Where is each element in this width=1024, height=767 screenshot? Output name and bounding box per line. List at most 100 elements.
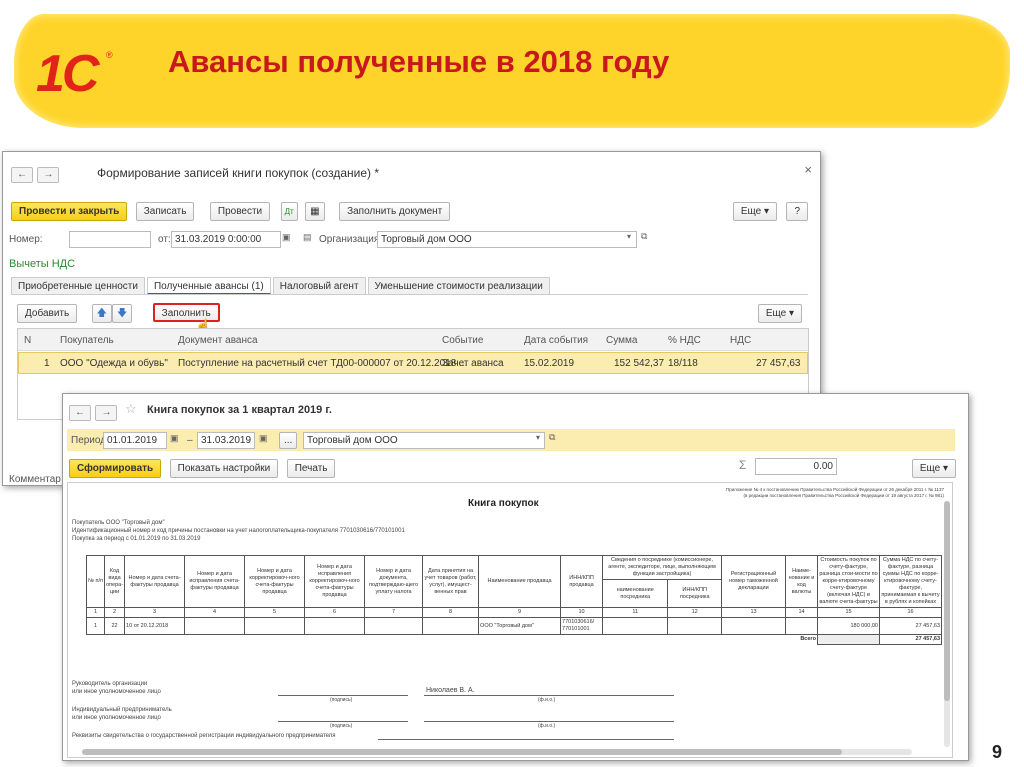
- cell-empty: [602, 617, 669, 635]
- col-n: N: [24, 335, 32, 346]
- forward-arrow-icon[interactable]: →: [95, 405, 118, 421]
- head-label-2: или иное уполномоченное лицо: [72, 689, 161, 695]
- nav-buttons: ← →: [11, 164, 60, 183]
- signature-line: [278, 695, 408, 696]
- period-from-field[interactable]: 01.01.2019: [103, 432, 167, 449]
- row-rate: 18/118: [668, 358, 698, 369]
- horizontal-scrollbar[interactable]: [82, 749, 912, 755]
- col-vat: НДС: [730, 335, 752, 346]
- calendar-icon[interactable]: ▣: [170, 433, 179, 444]
- inn-line: Идентификационный номер и код причины по…: [72, 528, 405, 534]
- name-line: [424, 695, 674, 696]
- col-num: 13: [721, 607, 786, 618]
- move-down-icon[interactable]: 🡇: [111, 304, 133, 323]
- sigma-icon: Σ: [739, 458, 747, 472]
- slide-title: Авансы полученные в 2018 году: [168, 44, 670, 79]
- hdr-7: Номер и дата документа, подтверждаю-щего…: [364, 555, 424, 608]
- head-label-1: Руководитель организации: [72, 681, 148, 687]
- date-label: от:: [158, 234, 171, 245]
- tab-divider: [11, 294, 808, 295]
- organization-field[interactable]: Торговый дом ООО: [303, 432, 545, 449]
- tab-acquired-values[interactable]: Приобретенные ценности: [11, 277, 145, 295]
- ip-name-caption: (ф.и.о.): [538, 723, 556, 729]
- number-field[interactable]: [69, 231, 151, 248]
- tab-bar: Приобретенные ценности Полученные авансы …: [11, 276, 550, 295]
- cell-empty: [364, 617, 424, 635]
- col-num: 10: [560, 607, 604, 618]
- head-name: Николаев В. А.: [426, 687, 475, 694]
- show-settings-button[interactable]: Показать настройки: [169, 459, 279, 478]
- period-dash: –: [187, 435, 193, 446]
- open-link-icon[interactable]: ⧉: [641, 231, 647, 242]
- cell-empty: [817, 634, 880, 645]
- hdr-15: Стоимость покупок по счету-фактуре, разн…: [817, 555, 880, 608]
- ip-name-line: [424, 721, 674, 722]
- hdr-3: Номер и дата счета-фактуры продавца: [124, 555, 186, 608]
- section-title: Вычеты НДС: [9, 258, 76, 270]
- report-title: Книга покупок за 1 квартал 2019 г.: [147, 404, 332, 416]
- report-icon[interactable]: ▦: [305, 202, 325, 221]
- fill-document-button[interactable]: Заполнить документ: [339, 202, 451, 221]
- col-num: 3: [124, 607, 186, 618]
- hdr-6: Номер и дата исправления корректировоч-н…: [304, 555, 366, 608]
- post-and-close-button[interactable]: Провести и закрыть: [11, 202, 128, 221]
- add-button[interactable]: Добавить: [17, 304, 78, 323]
- cell-code: 22: [103, 617, 126, 635]
- back-arrow-icon[interactable]: ←: [69, 405, 91, 421]
- col-vat-rate: % НДС: [668, 335, 701, 346]
- purchase-book-table: № п/п Код вида опера-ции Номер и дата сч…: [86, 555, 942, 645]
- tab-received-advances[interactable]: Полученные авансы (1): [146, 277, 271, 295]
- col-num: 14: [785, 607, 818, 618]
- col-num: 1: [86, 607, 105, 618]
- print-button[interactable]: Печать: [286, 459, 336, 478]
- 1c-logo: 1С: [36, 45, 100, 103]
- move-up-icon[interactable]: 🡅: [91, 304, 112, 323]
- ip-label-2: или иное уполномоченное лицо: [72, 715, 161, 721]
- forward-arrow-icon[interactable]: →: [37, 167, 60, 183]
- cell-empty: [422, 617, 480, 635]
- hdr-9: Наименование продавца: [478, 555, 562, 608]
- cell-vat: 27 457,63: [879, 617, 942, 635]
- col-num: 12: [667, 607, 722, 618]
- period-to-field[interactable]: 31.03.2019: [197, 432, 255, 449]
- org-icon: ▤: [303, 232, 312, 242]
- calendar-icon[interactable]: ▣: [282, 232, 291, 243]
- more-button[interactable]: Еще ▾: [911, 459, 956, 478]
- organization-field[interactable]: Торговый дом ООО: [377, 231, 637, 248]
- registered-mark: ®: [106, 50, 113, 60]
- vertical-scrollbar[interactable]: [944, 501, 950, 747]
- col-num: 2: [103, 607, 126, 618]
- name-caption: (ф.и.о.): [538, 697, 556, 703]
- table-more-button[interactable]: Еще ▾: [757, 304, 802, 323]
- tab-tax-agent[interactable]: Налоговый агент: [272, 277, 366, 295]
- requisites-label: Реквизиты свидетельства о государственно…: [72, 733, 336, 739]
- page-number: 9: [991, 742, 1002, 762]
- favorite-star-icon[interactable]: ☆: [125, 401, 137, 417]
- col-num: 16: [879, 607, 942, 618]
- row-date: 15.02.2019: [524, 358, 575, 369]
- col-num: 5: [244, 607, 306, 618]
- col-num: 15: [817, 607, 880, 618]
- calendar-icon[interactable]: ▣: [259, 433, 268, 444]
- generate-button[interactable]: Сформировать: [69, 459, 162, 478]
- save-button[interactable]: Записать: [135, 202, 195, 221]
- row-document: Поступление на расчетный счет ТД00-00000…: [178, 358, 468, 369]
- dt-kt-icon[interactable]: Дт: [280, 202, 298, 221]
- date-field[interactable]: 31.03.2019 0:00:00: [171, 231, 281, 248]
- help-button[interactable]: ?: [786, 202, 808, 221]
- tab-cost-reduction[interactable]: Уменьшение стоимости реализации: [367, 277, 550, 295]
- more-button[interactable]: Еще ▾: [732, 202, 777, 221]
- close-icon[interactable]: ×: [804, 162, 812, 177]
- purchase-book-report-window: ← → ☆ Книга покупок за 1 квартал 2019 г.…: [62, 393, 969, 761]
- period-select-button[interactable]: ...: [279, 432, 298, 449]
- dropdown-icon[interactable]: ▾: [536, 433, 540, 442]
- open-link-icon[interactable]: ⧉: [549, 432, 555, 443]
- dropdown-icon[interactable]: ▾: [627, 232, 631, 241]
- post-button[interactable]: Провести: [209, 202, 271, 221]
- back-arrow-icon[interactable]: ←: [11, 167, 33, 183]
- row-n: 1: [44, 358, 50, 369]
- col-event: Событие: [442, 335, 484, 346]
- col-num: 4: [184, 607, 246, 618]
- hdr-4: Номер и дата исправления счета-фактуры п…: [184, 555, 246, 608]
- nav-buttons-2: ← →: [69, 402, 118, 421]
